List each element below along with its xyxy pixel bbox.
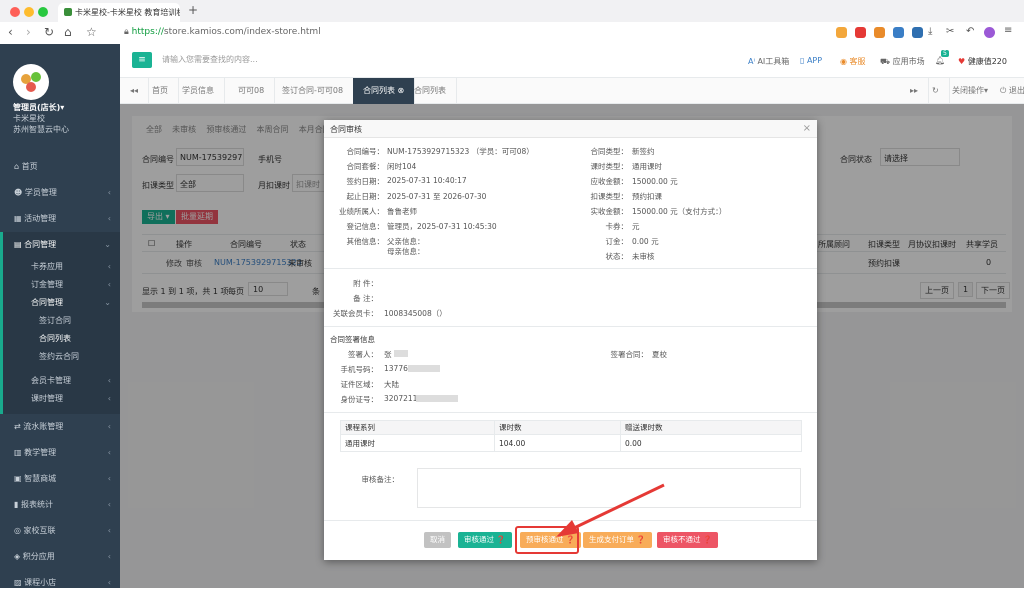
arrow-shaft (573, 483, 665, 530)
arrow-head (556, 520, 579, 537)
annotation-arrow (556, 483, 665, 537)
